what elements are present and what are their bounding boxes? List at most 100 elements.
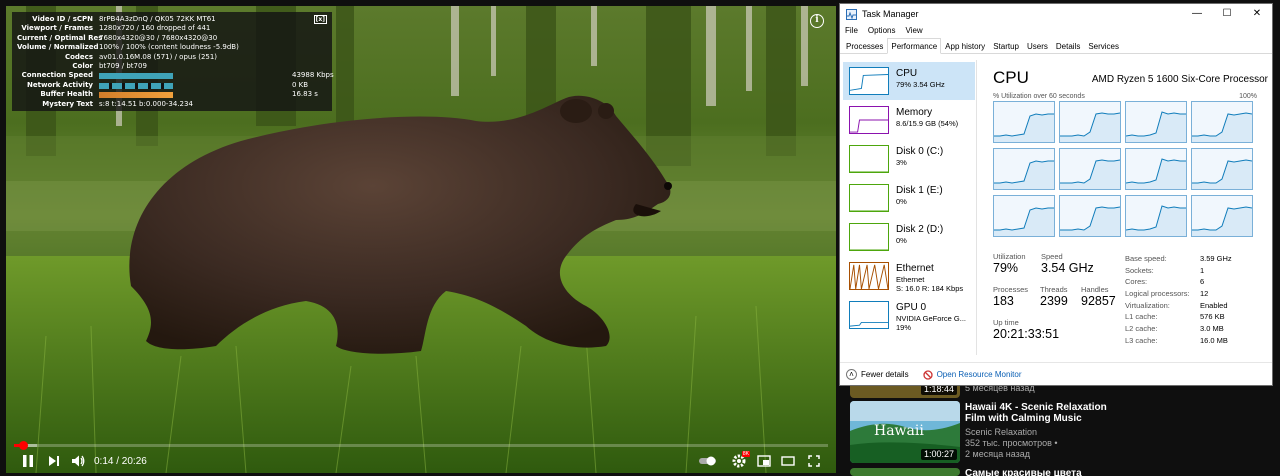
- chevron-up-icon[interactable]: ˄: [846, 369, 857, 380]
- resource-detail: 79% 3.54 GHz: [896, 80, 945, 89]
- resource-mini-graph: [849, 67, 889, 95]
- stats-key: Codecs: [64, 52, 93, 61]
- resource-item-gpu-0[interactable]: GPU 0 NVIDIA GeForce G... 19%: [843, 296, 975, 334]
- resource-item-disk-0-c[interactable]: Disk 0 (C:) 3%: [843, 140, 975, 178]
- stats-key: Connection Speed: [21, 71, 93, 80]
- miniplayer-icon[interactable]: [754, 450, 774, 472]
- cpu-core-graph: [1059, 101, 1121, 143]
- video-duration-badge: 1:00:27: [920, 449, 957, 460]
- resource-item-cpu[interactable]: CPU 79% 3.54 GHz: [843, 62, 975, 100]
- resource-detail-line: Ethernet: [896, 275, 925, 284]
- autoplay-toggle-icon[interactable]: [696, 450, 720, 472]
- title-bar[interactable]: Task Manager — ☐ ✕: [840, 4, 1272, 24]
- cpu-core-graph: [1191, 101, 1253, 143]
- resource-mini-graph: [849, 184, 889, 212]
- threads-label: Threads: [1040, 285, 1068, 294]
- resource-name: Disk 0 (C:): [896, 146, 944, 157]
- spec-value: Enabled: [1200, 300, 1228, 310]
- tab-services[interactable]: Services: [1084, 38, 1123, 53]
- video-player[interactable]: Video ID / sCPN 8rPB4A3zDnQ / QK05 72KK M…: [6, 6, 836, 473]
- quality-badge: 8K: [741, 451, 750, 457]
- spec-value: 16.0 MB: [1200, 335, 1228, 345]
- recommendation-title[interactable]: Самые красивые цвета: [965, 468, 1115, 476]
- tab-performance[interactable]: Performance: [887, 38, 942, 54]
- close-button[interactable]: ✕: [1242, 4, 1272, 24]
- resource-item-disk-2-d[interactable]: Disk 2 (D:) 0%: [843, 218, 975, 256]
- resource-detail-line: 8.6/15.9 GB (54%): [896, 119, 959, 128]
- resource-detail-line: 3%: [896, 158, 907, 167]
- menu-options[interactable]: Options: [868, 24, 896, 38]
- stats-row: Buffer Health 16.83 s: [17, 90, 327, 99]
- theater-mode-icon[interactable]: [778, 450, 798, 472]
- menu-file[interactable]: File: [845, 24, 858, 38]
- cpu-specs: Base speed: 3.59 GHz Sockets: 1 Cores: 6 Logic…: [1125, 253, 1235, 347]
- resource-item-ethernet[interactable]: Ethernet Ethernet S: 16.0 R: 184 Kbps: [843, 257, 975, 295]
- fewer-details-link[interactable]: Fewer details: [861, 370, 909, 379]
- resource-item-disk-1-e[interactable]: Disk 1 (E:) 0%: [843, 179, 975, 217]
- spec-value: 3.0 MB: [1200, 324, 1224, 334]
- recommendation-channel[interactable]: Scenic Relaxation: [965, 427, 1037, 438]
- minimize-button[interactable]: —: [1182, 4, 1212, 24]
- progress-bar[interactable]: [14, 441, 828, 450]
- spec-key: L2 cache:: [1125, 324, 1158, 334]
- stats-value: 43988 Kbps: [292, 71, 334, 80]
- recommendation-thumbnail[interactable]: Hawaii 1:00:27: [850, 401, 960, 463]
- menu-view[interactable]: View: [905, 24, 922, 38]
- tab-processes[interactable]: Processes: [842, 38, 887, 53]
- resource-name: Memory: [896, 107, 933, 118]
- tab-details[interactable]: Details: [1052, 38, 1084, 53]
- thumbnail-title-text: Hawaii: [874, 423, 924, 439]
- recommendation-thumbnail[interactable]: [850, 468, 960, 476]
- spec-key: L1 cache:: [1125, 312, 1158, 322]
- stats-value: 16.83 s: [292, 90, 318, 99]
- tab-users[interactable]: Users: [1023, 38, 1052, 53]
- spec-value: 6: [1200, 277, 1205, 287]
- processes-value: 183: [993, 294, 1014, 308]
- recommendation-item[interactable]: Самые красивые цвета: [850, 468, 1270, 476]
- resource-name: CPU: [896, 68, 918, 79]
- resource-mini-graph: [849, 223, 889, 251]
- stats-value: bt709 / bt709: [99, 61, 147, 70]
- time-display: 0:14 / 20:26: [94, 455, 147, 467]
- handles-value: 92857: [1081, 294, 1116, 308]
- spec-key: Base speed:: [1125, 254, 1167, 263]
- cpu-core-graph: [1125, 195, 1187, 237]
- stats-bar: [99, 73, 173, 80]
- play-pause-icon[interactable]: [18, 450, 38, 472]
- player-controls: 0:14 / 20:26 8K: [6, 450, 836, 472]
- stats-close-button[interactable]: [x]: [313, 15, 327, 24]
- processes-stat: Processes 183: [993, 285, 1028, 308]
- cpu-core-graph: [993, 195, 1055, 237]
- stats-key: Video ID / sCPN: [32, 15, 93, 23]
- stats-value: 8rPB4A3zDnQ / QK05 72KK MT61: [99, 15, 216, 23]
- settings-gear-icon[interactable]: 8K: [728, 450, 750, 472]
- stats-key: Network Activity: [27, 80, 93, 89]
- tab-app-history[interactable]: App history: [941, 38, 989, 53]
- task-manager-window[interactable]: Task Manager — ☐ ✕ File Options View Pro…: [839, 3, 1273, 386]
- graph-max-label: 100%: [1239, 93, 1257, 100]
- spec-row: L3 cache: 16.0 MB: [1125, 335, 1235, 347]
- open-resource-monitor-link[interactable]: Open Resource Monitor: [937, 370, 1022, 379]
- resource-item-memory[interactable]: Memory 8.6/15.9 GB (54%): [843, 101, 975, 139]
- utilization-value: 79%: [993, 261, 1019, 275]
- maximize-button[interactable]: ☐: [1212, 4, 1242, 24]
- processes-label: Processes: [993, 285, 1029, 294]
- next-icon[interactable]: [44, 450, 64, 472]
- spec-row: Virtualization: Enabled: [1125, 300, 1235, 312]
- fullscreen-icon[interactable]: [804, 450, 824, 472]
- stats-key: Mystery Text: [42, 99, 93, 108]
- recommendation-item[interactable]: Hawaii 1:00:27 Hawaii 4K - Scenic Relaxa…: [850, 401, 1270, 463]
- recommendation-age: 2 месяца назад: [965, 449, 1030, 459]
- cpu-core-graph: [1125, 101, 1187, 143]
- stats-key: Buffer Health: [40, 90, 93, 99]
- resource-mini-graph: [849, 301, 889, 329]
- recommendation-title[interactable]: Hawaii 4K - Scenic Relaxation Film with …: [965, 402, 1115, 424]
- spec-row: Logical processors: 12: [1125, 288, 1235, 300]
- stats-value: 7680x4320@30 / 7680x4320@30: [99, 33, 218, 42]
- stats-key: Color: [72, 61, 93, 70]
- volume-icon[interactable]: [68, 450, 88, 472]
- tab-startup[interactable]: Startup: [989, 38, 1023, 53]
- info-icon[interactable]: i: [810, 14, 824, 28]
- stats-key: Volume / Normalized: [17, 43, 99, 52]
- cpu-core-graph: [1059, 148, 1121, 190]
